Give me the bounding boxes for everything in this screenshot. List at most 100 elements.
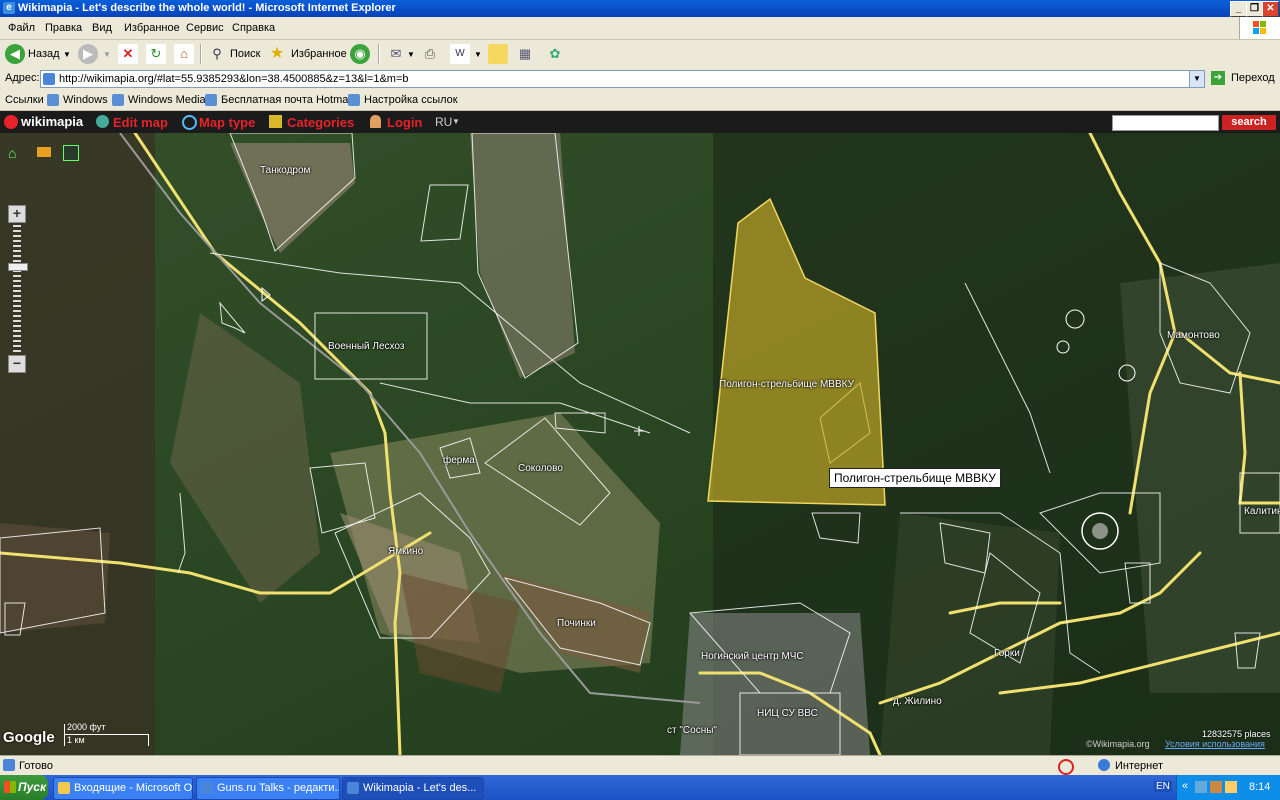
task-outlook[interactable]: Входящие - Microsoft O...	[53, 777, 193, 800]
print-icon[interactable]: ⎙	[420, 44, 440, 64]
label-yamkino[interactable]: Ямкино	[388, 546, 423, 557]
internet-zone-icon	[1098, 759, 1110, 771]
popup-blocked-icon[interactable]	[1058, 759, 1074, 775]
address-url[interactable]: http://wikimapia.org/#lat=55.9385293&lon…	[59, 73, 409, 85]
status-text: Готово	[19, 760, 53, 772]
address-label: Адрес:	[5, 72, 40, 84]
google-logo: Google	[3, 729, 55, 746]
search-icon[interactable]: ⚲	[207, 44, 227, 64]
menu-tools[interactable]: Сервис	[186, 22, 224, 34]
forward-arrow-icon[interactable]: ▶	[78, 44, 98, 64]
add-place-icon[interactable]: ⌂	[8, 145, 26, 161]
notes-icon[interactable]	[488, 44, 508, 64]
task-guns[interactable]: Guns.ru Talks - редакти...	[196, 777, 340, 800]
satellite-imagery	[0, 133, 1280, 755]
stop-icon[interactable]: ✕	[118, 44, 138, 64]
categories-icon	[269, 115, 282, 128]
go-button-label[interactable]: Переход	[1231, 72, 1275, 84]
label-sokolovo[interactable]: Соколово	[518, 463, 563, 474]
back-dropdown-icon[interactable]: ▼	[63, 50, 71, 59]
label-poligon[interactable]: Полигон-стрельбище МВВКУ	[719, 379, 854, 390]
menu-edit[interactable]: Правка	[45, 22, 82, 34]
language-dropdown-icon[interactable]: ▼	[452, 117, 460, 126]
tray-app-icon[interactable]	[1210, 781, 1222, 793]
mail-icon[interactable]: ✉	[386, 44, 406, 64]
start-button[interactable]: Пуск	[0, 775, 48, 800]
address-input[interactable]: http://wikimapia.org/#lat=55.9385293&lon…	[40, 70, 1205, 88]
terms-link[interactable]: Условия использования	[1165, 739, 1265, 749]
layers-icon[interactable]	[37, 147, 51, 157]
favorites-star-icon[interactable]: ★	[267, 44, 287, 64]
refresh-icon[interactable]: ↻	[146, 44, 166, 64]
label-sosny[interactable]: ст "Сосны"	[667, 725, 717, 736]
login-link[interactable]: Login	[387, 115, 422, 130]
edit-word-icon[interactable]: W	[450, 44, 470, 64]
label-ferma[interactable]: ферма	[443, 455, 475, 466]
places-count: 12832575 places	[1202, 729, 1271, 739]
menu-file[interactable]: Файл	[8, 22, 35, 34]
zoom-slider-track[interactable]	[13, 225, 21, 353]
page-status-icon	[3, 759, 15, 771]
tray-expand-icon[interactable]: «	[1182, 780, 1188, 792]
status-bar: Готово Интернет	[0, 755, 1280, 776]
messenger-icon[interactable]: ✿	[545, 44, 565, 64]
label-voenny-leskhoz[interactable]: Военный Лесхоз	[328, 341, 404, 352]
zoom-slider-handle[interactable]	[8, 263, 28, 271]
close-button[interactable]: ✕	[1262, 1, 1279, 17]
system-tray: « 8:14	[1176, 775, 1280, 800]
back-button-label[interactable]: Назад	[28, 48, 60, 60]
go-arrow-icon[interactable]: ➔	[1211, 71, 1225, 85]
zoom-in-button[interactable]: +	[8, 205, 26, 223]
map-view[interactable]: ⌂ + − Танкодром Военный Лесхоз Полигон-с…	[0, 133, 1280, 755]
edit-map-link[interactable]: Edit map	[113, 115, 168, 130]
minimize-button[interactable]: _	[1230, 1, 1247, 17]
categories-link[interactable]: Categories	[287, 115, 354, 130]
menu-help[interactable]: Справка	[232, 22, 275, 34]
tray-network-icon[interactable]	[1195, 781, 1207, 793]
back-arrow-icon[interactable]: ◀	[5, 44, 25, 64]
wikimapia-logo[interactable]: wikimapia	[21, 114, 83, 129]
map-search-input[interactable]	[1112, 115, 1219, 131]
media-icon[interactable]: ◉	[350, 44, 370, 64]
link-customize[interactable]: Настройка ссылок	[364, 94, 458, 106]
address-dropdown-icon[interactable]: ▼	[1189, 71, 1204, 87]
windows-logo-icon	[1239, 17, 1280, 39]
globe-icon	[96, 115, 109, 128]
scale-bottom-label: 1 км	[67, 735, 85, 745]
map-search-button[interactable]: search	[1222, 115, 1276, 130]
links-label: Ссылки	[5, 94, 44, 106]
wikimapia-logo-icon	[4, 115, 18, 129]
label-tankodrom[interactable]: Танкодром	[260, 165, 310, 176]
menu-favorites[interactable]: Избранное	[124, 22, 180, 34]
label-kalitin[interactable]: Калитин	[1244, 506, 1280, 517]
edit-dropdown-icon[interactable]: ▼	[474, 50, 482, 59]
zoom-out-button[interactable]: −	[8, 355, 26, 373]
menu-view[interactable]: Вид	[92, 22, 112, 34]
screen-icon[interactable]	[63, 145, 79, 161]
language-indicator[interactable]: EN	[1154, 781, 1172, 792]
map-type-link[interactable]: Map type	[199, 115, 255, 130]
link-windows[interactable]: Windows	[63, 94, 108, 106]
label-d-zhilino[interactable]: д. Жилино	[893, 696, 942, 707]
link-media-icon	[112, 94, 124, 106]
tray-folder-icon[interactable]	[1225, 781, 1237, 793]
label-noginsky-center[interactable]: Ногинский центр МЧС	[701, 651, 804, 662]
language-selector[interactable]: RU	[435, 115, 452, 129]
task-wikimapia[interactable]: Wikimapia - Let's des...	[342, 777, 484, 800]
search-button-label[interactable]: Поиск	[230, 48, 260, 60]
label-gorki[interactable]: Горки	[994, 648, 1020, 659]
favorites-button-label[interactable]: Избранное	[291, 48, 347, 60]
ie-guns-icon	[201, 782, 213, 794]
link-hotmail[interactable]: Бесплатная почта Hotmail	[221, 94, 353, 106]
label-nits-su-vvs[interactable]: НИЦ СУ ВВС	[757, 708, 818, 719]
label-mamontovo[interactable]: Мамонтово	[1167, 330, 1220, 341]
restore-button[interactable]: ❐	[1246, 1, 1263, 17]
user-icon	[370, 115, 381, 128]
forward-dropdown-icon[interactable]: ▼	[103, 50, 111, 59]
research-icon[interactable]: ▦	[515, 44, 535, 64]
label-pochinki[interactable]: Починки	[557, 618, 596, 629]
mail-dropdown-icon[interactable]: ▼	[407, 50, 415, 59]
page-icon	[43, 73, 55, 85]
home-icon[interactable]: ⌂	[174, 44, 194, 64]
link-windows-media[interactable]: Windows Media	[128, 94, 206, 106]
